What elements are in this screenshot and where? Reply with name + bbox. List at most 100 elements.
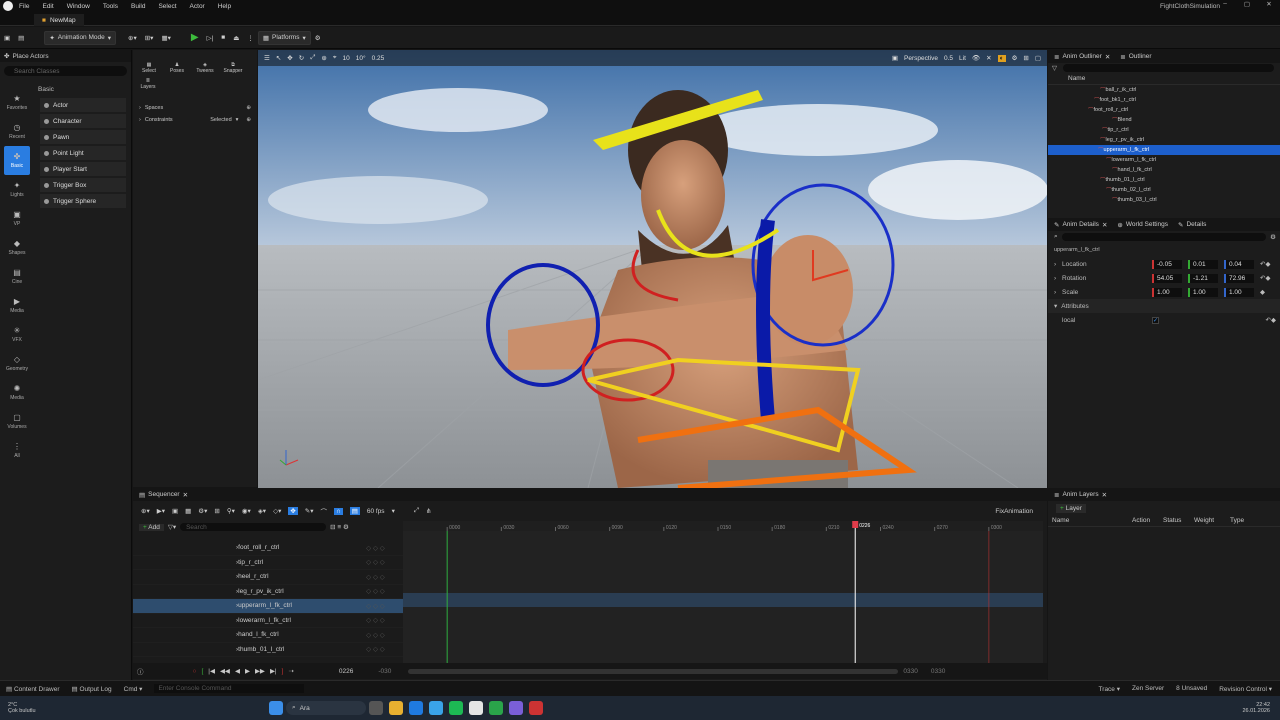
layers-tool[interactable]: ≣ Layers: [133, 74, 163, 94]
search-classes-input[interactable]: Search Classes: [4, 66, 127, 76]
category-geometry[interactable]: ◇ Geometry: [0, 349, 34, 378]
clock[interactable]: 22:42 26.01.2026: [1242, 702, 1270, 714]
step-back-icon[interactable]: ◀◀: [220, 667, 230, 675]
save-icon[interactable]: ▣: [172, 507, 178, 515]
render-icon[interactable]: ▦: [185, 507, 191, 515]
world-settings-tab[interactable]: ⊕ World Settings: [1117, 221, 1168, 229]
wireframe-icon[interactable]: ✕: [986, 54, 991, 62]
expand-arrow-icon[interactable]: ›: [1054, 289, 1062, 296]
spotify-icon[interactable]: [449, 701, 463, 715]
details-search-input[interactable]: [1061, 233, 1267, 241]
magnet-icon[interactable]: ∩: [334, 507, 343, 515]
jump-end-icon[interactable]: ▶|: [270, 667, 277, 675]
location-x-field[interactable]: -0.05: [1152, 259, 1182, 269]
snap-icon[interactable]: ⌖: [333, 54, 337, 62]
outliner-item[interactable]: ⌒ thumb_01_l_ctrl: [1048, 175, 1280, 185]
select-tool[interactable]: ▦ Select: [137, 62, 161, 74]
track-row[interactable]: › lowerarm_l_fk_ctrl ◇ ◇ ◇: [133, 614, 403, 628]
content-icon[interactable]: ▤: [14, 31, 28, 45]
category-shapes[interactable]: ◆ Shapes: [0, 233, 34, 262]
menu-edit[interactable]: Edit: [42, 3, 53, 10]
options-icon[interactable]: ⚙▾: [198, 507, 207, 515]
rotation-x-field[interactable]: 54.05: [1152, 273, 1182, 283]
close-icon[interactable]: ✕: [1105, 53, 1110, 61]
attributes-section[interactable]: ▾ Attributes: [1048, 299, 1280, 313]
key-icons[interactable]: ◇ ◇ ◇: [366, 631, 385, 639]
save-icon[interactable]: ▣: [0, 31, 14, 45]
snap-icon[interactable]: ⊞: [214, 507, 219, 515]
tree-icon[interactable]: ⋔: [426, 507, 431, 515]
location-y-field[interactable]: 0.01: [1188, 259, 1218, 269]
col-weight[interactable]: Weight: [1194, 517, 1230, 524]
mail-icon[interactable]: [429, 701, 443, 715]
anim-details-tab[interactable]: ✎ Anim Details ✕: [1054, 221, 1107, 229]
add-actor-icon[interactable]: ⊕▾: [124, 31, 141, 45]
reset-icon[interactable]: ↶◆: [1266, 316, 1276, 324]
edge-icon[interactable]: [409, 701, 423, 715]
edit-icon[interactable]: ✎▾: [305, 507, 314, 515]
play-reverse-icon[interactable]: ◀: [235, 667, 240, 675]
show-icon[interactable]: 👁: [972, 54, 980, 62]
menu-window[interactable]: Window: [67, 3, 90, 10]
jump-start-icon[interactable]: |◀: [208, 667, 215, 675]
level-tab[interactable]: ■ NewMap: [34, 14, 84, 26]
col-action[interactable]: Action: [1132, 517, 1163, 524]
keyframe-icon[interactable]: ◆: [1260, 288, 1265, 296]
info-icon[interactable]: ⓘ: [137, 666, 144, 676]
close-icon[interactable]: ✕: [1102, 491, 1107, 499]
key-icons[interactable]: ◇ ◇ ◇: [366, 544, 385, 552]
close-icon[interactable]: ✕: [1102, 221, 1107, 229]
col-name[interactable]: Name: [1052, 517, 1132, 524]
outliner-item[interactable]: ⌒ leg_r_pv_ik_ctrl: [1048, 135, 1280, 145]
add-space-icon[interactable]: ⊕: [246, 105, 251, 111]
camera-speed[interactable]: 0.5: [944, 55, 953, 62]
outliner-item[interactable]: ⌒ thumb_02_l_ctrl: [1048, 185, 1280, 195]
menu-help[interactable]: Help: [218, 3, 231, 10]
fps-dropdown[interactable]: 60 fps: [367, 508, 385, 515]
maximize-viewport-icon[interactable]: ▢: [1035, 54, 1041, 62]
visual-studio-icon[interactable]: [509, 701, 523, 715]
play-icon[interactable]: ▶: [187, 31, 203, 45]
level-viewport[interactable]: ☰ ↖ ✥ ↻ ⤢ ⊕ ⌖ 10 10° 0.25 ▣ Perspective …: [258, 50, 1047, 488]
outliner-item[interactable]: ⌒ hand_l_fk_ctrl: [1048, 165, 1280, 175]
mode-select[interactable]: ✦ Animation Mode ▾: [44, 30, 117, 45]
track-row[interactable]: › foot_roll_r_ctrl ◇ ◇ ◇: [133, 541, 403, 556]
col-status[interactable]: Status: [1163, 517, 1194, 524]
perspective-dropdown[interactable]: Perspective: [904, 55, 938, 62]
col-type[interactable]: Type: [1230, 517, 1244, 524]
track-search-input[interactable]: Search: [180, 523, 327, 531]
cmd-dropdown[interactable]: Cmd ▾: [124, 685, 143, 693]
category-media[interactable]: ✺ Media: [0, 378, 34, 407]
reset-icon[interactable]: ↶◆: [1260, 260, 1270, 268]
step-forward-icon[interactable]: ▶▶: [255, 667, 265, 675]
category-media[interactable]: ▶ Media: [0, 291, 34, 320]
close-icon[interactable]: ✕: [1258, 0, 1280, 8]
set-end-icon[interactable]: ]: [282, 668, 284, 675]
platforms-button[interactable]: ▦ Platforms ▾: [257, 30, 311, 45]
track-row[interactable]: › tip_r_ctrl ◇ ◇ ◇: [133, 556, 403, 570]
scale-snap-value[interactable]: 0.25: [372, 55, 385, 62]
track-row[interactable]: › leg_r_pv_ik_ctrl ◇ ◇ ◇: [133, 585, 403, 599]
content-drawer-button[interactable]: ▤ Content Drawer: [6, 685, 60, 693]
spaces-row[interactable]: › Spaces ⊕: [133, 102, 257, 114]
outliner-tab[interactable]: ≣ Outliner: [1120, 53, 1151, 61]
add-constraint-icon[interactable]: ⊕: [246, 117, 251, 123]
add-layer-button[interactable]: + Layer: [1056, 503, 1086, 513]
highlight-icon[interactable]: ◐: [997, 54, 1006, 62]
menu-select[interactable]: Select: [158, 3, 176, 10]
grid-snap-value[interactable]: 10: [343, 55, 350, 62]
trace-button[interactable]: Trace ▾: [1099, 685, 1120, 693]
task-view-icon[interactable]: [369, 701, 383, 715]
sequencer-tab[interactable]: ▤ Sequencer ✕: [139, 491, 188, 499]
playhead-handle[interactable]: [852, 521, 859, 528]
timeline-scrollbar[interactable]: [408, 668, 899, 674]
details-tab[interactable]: ✎ Details: [1178, 221, 1206, 229]
key-icons[interactable]: ◇ ◇ ◇: [366, 573, 385, 581]
console-input[interactable]: Enter Console Command: [154, 684, 305, 693]
category-vp[interactable]: ▣ VP: [0, 204, 34, 233]
outliner-item[interactable]: ⌒ lowerarm_l_fk_ctrl: [1048, 155, 1280, 165]
output-log-button[interactable]: ▤ Output Log: [72, 685, 112, 693]
class-item[interactable]: Trigger Sphere: [40, 194, 126, 208]
play-options-icon[interactable]: ⋮: [243, 31, 258, 45]
track-row[interactable]: › heel_r_ctrl ◇ ◇ ◇: [133, 570, 403, 585]
